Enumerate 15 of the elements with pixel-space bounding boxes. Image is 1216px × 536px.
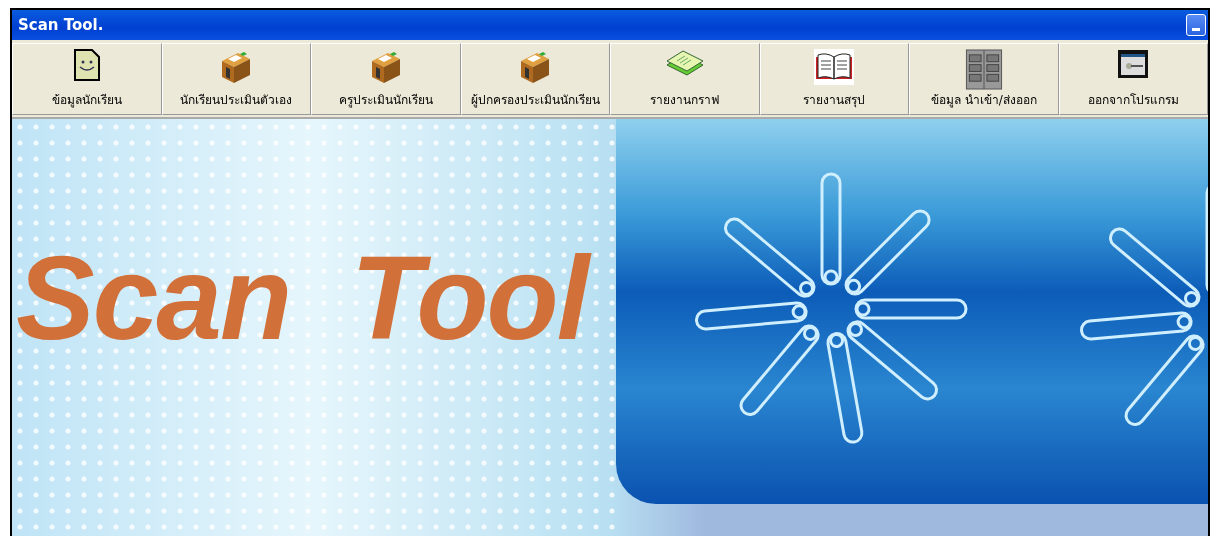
window-title: Scan Tool. <box>18 16 104 34</box>
minimize-icon <box>1192 28 1200 31</box>
toolbar-button[interactable]: ครูประเมินนักเรียน <box>311 43 461 115</box>
toolbar-button[interactable]: รายงานสรุป <box>759 43 909 115</box>
smiley-document-icon <box>72 49 101 81</box>
filing-cabinet-icon <box>964 49 1003 90</box>
book-icon <box>814 49 855 85</box>
window-icon <box>1117 49 1150 79</box>
toolbar-button[interactable]: ข้อมูล นำเข้า/ส่งออก <box>909 43 1059 115</box>
toolbar-button[interactable]: ข้อมูลนักเรียน <box>12 43 162 115</box>
toolbar-button[interactable]: นักเรียนประเมินตัวเอง <box>161 43 311 115</box>
minimize-button[interactable] <box>1186 14 1206 36</box>
toolbar-button[interactable]: ออกจากโปรแกรม <box>1058 43 1208 115</box>
toolbar-button[interactable]: รายงานกราฟ <box>610 43 760 115</box>
toolbar-button[interactable]: ผู้ปกครองประเมินนักเรียน <box>460 43 610 115</box>
